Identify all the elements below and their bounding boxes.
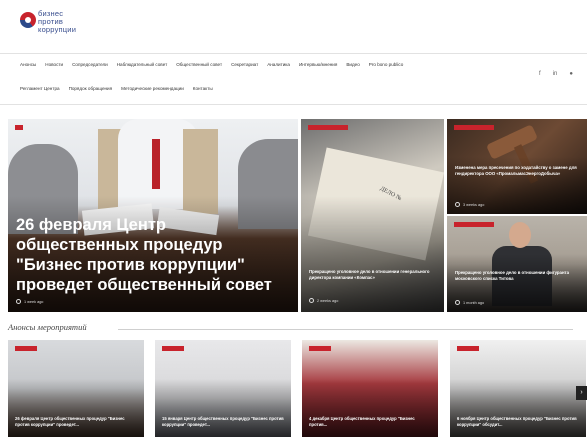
clock-icon bbox=[455, 202, 460, 207]
event-card[interactable]: 26 февраля Центр общественных процедур "… bbox=[8, 340, 144, 437]
category-badge[interactable] bbox=[15, 125, 23, 130]
main-nav-row-1: Анонсы Новости Сопредседатели Наблюдател… bbox=[20, 62, 403, 67]
logo-text: бизнес против коррупции bbox=[38, 9, 77, 34]
post-title[interactable]: Прекращено уголовное дело в отношении ге… bbox=[309, 269, 439, 281]
clock-icon bbox=[16, 299, 21, 304]
event-card[interactable]: 15 января Центр общественных процедур "Б… bbox=[155, 340, 291, 437]
nav-item[interactable]: Методические рекомендации bbox=[121, 86, 184, 91]
category-badge[interactable] bbox=[308, 125, 348, 130]
nav-item[interactable]: Видео bbox=[346, 62, 359, 67]
nav-item[interactable]: Порядок обращения bbox=[69, 86, 113, 91]
category-badge[interactable] bbox=[454, 125, 494, 130]
main-nav-row-2: Регламент Центра Порядок обращения Метод… bbox=[20, 86, 213, 91]
post-meta: 1 week ago bbox=[16, 299, 43, 304]
site-logo[interactable]: бизнес против коррупции bbox=[20, 8, 90, 44]
post-meta: 1 month ago bbox=[455, 300, 484, 305]
header-divider bbox=[0, 53, 587, 54]
event-card[interactable]: 4 декабря Центр общественных процедур "Б… bbox=[302, 340, 438, 437]
nav-item[interactable]: Секретариат bbox=[231, 62, 258, 67]
facebook-icon[interactable]: f bbox=[539, 71, 541, 77]
event-card[interactable]: 6 ноября Центр общественных процедур "Би… bbox=[450, 340, 586, 437]
share-icon[interactable]: ● bbox=[569, 71, 573, 77]
post-meta: 3 weeks ago bbox=[455, 202, 484, 207]
nav-item[interactable]: Аналитика bbox=[267, 62, 290, 67]
nav-item[interactable]: Pro bono publico bbox=[369, 62, 403, 67]
category-badge[interactable] bbox=[15, 346, 37, 351]
post-title[interactable]: Изменена мера пресечения по ходатайству … bbox=[455, 165, 580, 177]
social-links: f in ● bbox=[539, 71, 573, 77]
nav-item[interactable]: Общественный совет bbox=[176, 62, 222, 67]
logo-mark-icon bbox=[20, 12, 36, 28]
carousel-next-button[interactable]: › bbox=[576, 386, 587, 400]
card-title[interactable]: 26 февраля Центр общественных процедур "… bbox=[15, 416, 139, 427]
clock-icon bbox=[309, 298, 314, 303]
card-title[interactable]: 6 ноября Центр общественных процедур "Би… bbox=[457, 416, 581, 427]
post-meta: 2 weeks ago bbox=[309, 298, 338, 303]
hero-post-portrait[interactable]: Прекращено уголовное дело в отношении фи… bbox=[447, 216, 587, 312]
category-badge[interactable] bbox=[457, 346, 479, 351]
clock-icon bbox=[455, 300, 460, 305]
nav-item[interactable]: Анонсы bbox=[20, 62, 36, 67]
nav-item[interactable]: Регламент Центра bbox=[20, 86, 60, 91]
nav-item[interactable]: Интервью/мнения bbox=[299, 62, 337, 67]
section-divider bbox=[118, 329, 573, 330]
nav-divider bbox=[0, 104, 587, 105]
card-title[interactable]: 15 января Центр общественных процедур "Б… bbox=[162, 416, 286, 427]
nav-item[interactable]: Контакты bbox=[193, 86, 213, 91]
linkedin-icon[interactable]: in bbox=[553, 71, 558, 77]
nav-item[interactable]: Сопредседатели bbox=[72, 62, 108, 67]
post-title[interactable]: Прекращено уголовное дело в отношении фи… bbox=[455, 270, 580, 282]
nav-item[interactable]: Новости bbox=[45, 62, 63, 67]
nav-item[interactable]: Наблюдательный совет bbox=[117, 62, 167, 67]
hero-post-folder[interactable]: ДЕЛО № Прекращено уголовное дело в отнош… bbox=[301, 119, 444, 312]
category-badge[interactable] bbox=[309, 346, 331, 351]
card-title[interactable]: 4 декабря Центр общественных процедур "Б… bbox=[309, 416, 433, 427]
hero-title[interactable]: 26 февраля Центр общественных процедур "… bbox=[16, 215, 291, 295]
category-badge[interactable] bbox=[454, 222, 494, 227]
hero-post-gavel[interactable]: Изменена мера пресечения по ходатайству … bbox=[447, 119, 587, 214]
section-heading: Анонсы мероприятий bbox=[8, 322, 87, 332]
category-badge[interactable] bbox=[162, 346, 184, 351]
hero-featured-post[interactable]: 26 февраля Центр общественных процедур "… bbox=[8, 119, 298, 312]
